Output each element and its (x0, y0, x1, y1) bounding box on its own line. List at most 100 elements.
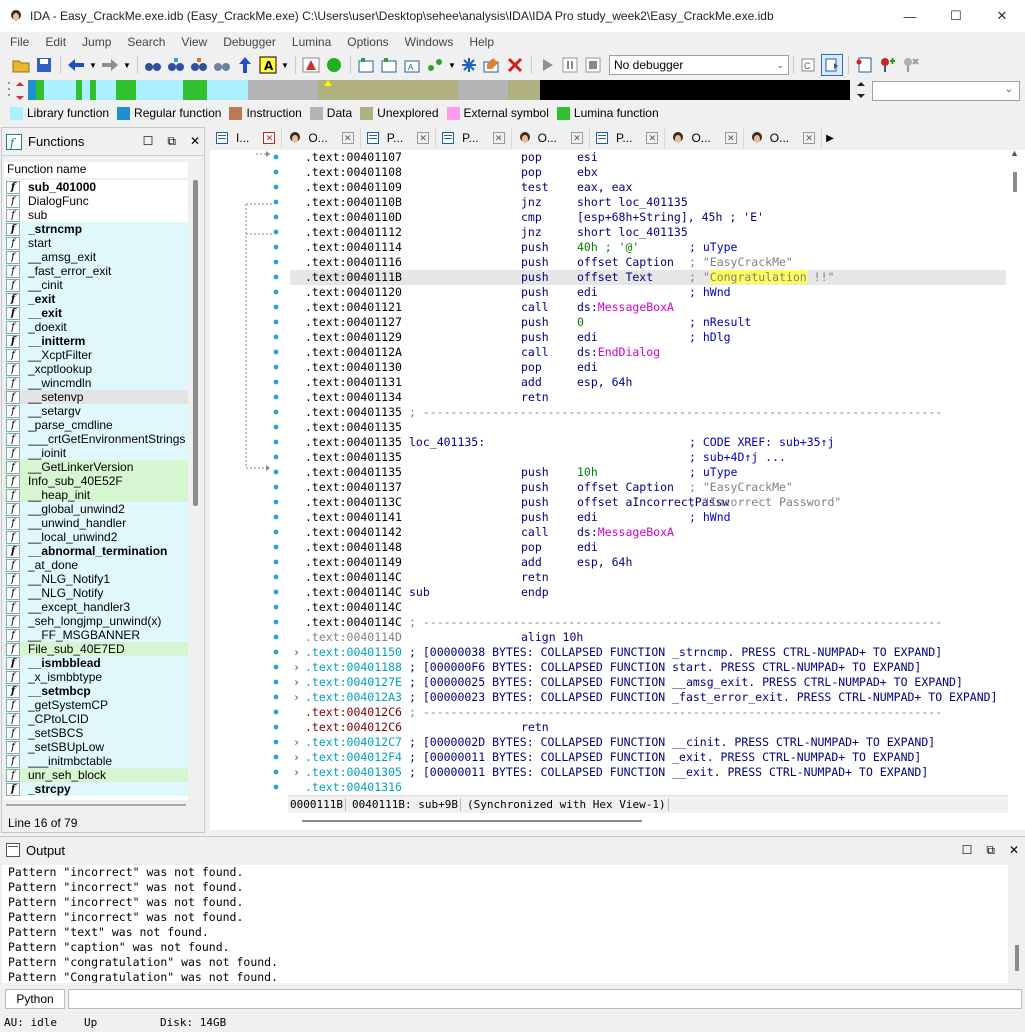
disassembly-line[interactable]: .text:00401114 push 40h ; '@' ; uType (290, 240, 1006, 255)
menu-item[interactable]: Lumina (284, 35, 339, 49)
delete-breakpoint-icon[interactable] (899, 54, 921, 76)
operand[interactable]: edi (577, 540, 598, 555)
view-tab[interactable]: O... ✕ (744, 128, 823, 148)
function-list-item[interactable]: f sub (4, 208, 188, 222)
operand[interactable]: eax, eax (577, 180, 632, 195)
breakpoint-slot-dot[interactable] (273, 574, 279, 580)
disassembly-line[interactable]: .text:00401108 pop ebx (290, 165, 1006, 180)
expand-chevron-icon[interactable]: › (293, 750, 300, 765)
disassembly-line[interactable]: .text:00401135 loc_401135: ; CODE XREF: su… (290, 435, 1006, 450)
operand[interactable]: edi (577, 330, 598, 345)
breakpoint-slot-dot[interactable] (273, 559, 279, 565)
expand-chevron-icon[interactable]: › (293, 660, 300, 675)
function-list-item[interactable]: f _fast_error_exit (4, 264, 188, 278)
function-list-item[interactable]: f ___crtGetEnvironmentStrings (4, 432, 188, 446)
navigation-band-strip[interactable] (28, 80, 850, 100)
breakpoint-slot-dot[interactable] (273, 184, 279, 190)
maximize-panel-icon[interactable]: ☐ (962, 843, 973, 858)
function-list-item[interactable]: f Info_sub_40E52F (4, 474, 188, 488)
function-list-item[interactable]: f _CPtoLCID (4, 712, 188, 726)
disassembly-line[interactable]: .text:00401135 ; ------------------------… (290, 405, 1006, 420)
disassembly-listing[interactable]: .text:00401107 pop esi .text:00401108 pop ebx… (290, 150, 1006, 792)
command-input[interactable] (68, 989, 1022, 1009)
breakpoint-slot-dot[interactable] (273, 544, 279, 550)
breakpoint-slot-dot[interactable] (273, 739, 279, 745)
breakpoint-slot-dot[interactable] (273, 364, 279, 370)
functions-horizontal-scrollbar[interactable] (6, 804, 186, 806)
function-list-item[interactable]: f __setmbcp (4, 684, 188, 698)
breakpoint-slot-dot[interactable] (273, 319, 279, 325)
function-list-item[interactable]: f __except_handler3 (4, 600, 188, 614)
disassembly-line[interactable]: .text:00401135 ; sub+4D↑j ... (290, 450, 1006, 465)
breakpoint-slot-dot[interactable] (273, 724, 279, 730)
delete-x-icon[interactable] (504, 54, 526, 76)
close-icon[interactable]: ✕ (724, 132, 737, 144)
function-name-column-header[interactable]: Function name (4, 162, 188, 178)
maximize-panel-icon[interactable]: ☐ (143, 134, 154, 149)
disassembly-line[interactable]: .text:0040114C (290, 600, 1006, 615)
menu-item[interactable]: Windows (397, 35, 462, 49)
operand[interactable]: 0 (577, 315, 584, 330)
breakpoint-slot-dot[interactable] (273, 199, 279, 205)
disassembly-line[interactable]: .text:00401141 push edi ; hWnd (290, 510, 1006, 525)
function-list-item[interactable]: f _x_ismbbtype (4, 670, 188, 684)
collapsed-function[interactable]: ; [00000011 BYTES: COLLAPSED FUNCTION _e… (409, 750, 921, 765)
disassembly-line[interactable]: .text:00401135 (290, 420, 1006, 435)
open-folder-icon[interactable] (10, 54, 32, 76)
save-icon[interactable] (33, 54, 55, 76)
disassembly-line[interactable]: .text:0040112A call ds:EndDialog (290, 345, 1006, 360)
close-icon[interactable]: ✕ (1009, 843, 1019, 858)
attach-process-icon[interactable]: C (798, 54, 820, 76)
disassembly-line[interactable]: .text:0040111B push offset Text ; "Congratu… (290, 270, 1006, 285)
operand[interactable]: short loc_401135 (577, 195, 688, 210)
breakpoint-slot-dot[interactable] (273, 484, 279, 490)
breakpoint-slot-dot[interactable] (273, 499, 279, 505)
chevron-down-icon[interactable]: ▼ (88, 54, 98, 76)
breakpoint-slot-dot[interactable] (273, 514, 279, 520)
disassembly-line[interactable]: › .text:00401188 ; [000000F6 BYTES: COLLAP… (290, 660, 1006, 675)
breakpoint-slot-dot[interactable] (273, 439, 279, 445)
menu-item[interactable]: Debugger (215, 35, 284, 49)
close-icon[interactable]: ✕ (341, 132, 354, 144)
scroll-up-icon[interactable]: ▲ (1010, 148, 1019, 158)
view-tab[interactable]: I... ✕ (210, 128, 283, 148)
disassembly-line[interactable]: .text:00401129 push edi ; hDlg (290, 330, 1006, 345)
sparkle-icon[interactable] (458, 54, 480, 76)
add-breakpoint-icon[interactable] (876, 54, 898, 76)
breakpoint-slot-dot[interactable] (273, 604, 279, 610)
breakpoint-slot-dot[interactable] (273, 304, 279, 310)
disassembly-line[interactable]: .text:00401148 pop edi (290, 540, 1006, 555)
operand[interactable]: ebx (577, 165, 598, 180)
breakpoint-slot-dot[interactable] (273, 454, 279, 460)
function-list-item[interactable]: f _strcpy (4, 782, 188, 796)
disassembly-line[interactable]: › .text:00401305 ; [00000011 BYTES: COLLAP… (290, 765, 1006, 780)
code-label[interactable]: loc_401135: (409, 435, 485, 450)
view-tab[interactable]: O... ✕ (512, 128, 590, 148)
disassembly-line[interactable]: .text:00401131 add esp, 64h (290, 375, 1006, 390)
python-language-button[interactable]: Python (5, 989, 65, 1009)
function-list-item[interactable]: f _setSBCS (4, 726, 188, 740)
disassembly-line[interactable]: .text:0040113C push offset aIncorrectPassw… (290, 495, 1006, 510)
disassembly-line[interactable]: .text:0040114D align 10h (290, 630, 1006, 645)
float-panel-icon[interactable]: ⧉ (167, 134, 176, 149)
function-list-item[interactable]: f ___initmbctable (4, 754, 188, 768)
function-list-item[interactable]: f __cinit (4, 278, 188, 292)
operand[interactable]: esp, 64h (577, 555, 632, 570)
function-list-item[interactable]: f __exit (4, 306, 188, 320)
forward-arrow-icon[interactable] (99, 54, 121, 76)
view-tab[interactable]: O... ✕ (665, 128, 744, 148)
search-text-icon[interactable] (165, 54, 187, 76)
expand-chevron-icon[interactable]: › (293, 765, 300, 780)
close-icon[interactable]: ✕ (190, 134, 200, 149)
function-list-item[interactable]: f __ioinit (4, 446, 188, 460)
function-list-item[interactable]: f __global_unwind2 (4, 502, 188, 516)
segment-dropdown[interactable]: ⌄ (872, 81, 1020, 101)
breakpoint-slot-dot[interactable] (273, 244, 279, 250)
breakpoint-slot-dot[interactable] (273, 409, 279, 415)
jump-up-arrow-icon[interactable] (234, 54, 256, 76)
function-list-item[interactable]: f __setenvp (4, 390, 188, 404)
disassembly-line[interactable]: .text:00401149 add esp, 64h (290, 555, 1006, 570)
breakpoint-slot-dot[interactable] (273, 349, 279, 355)
add-cross-ref-icon[interactable] (424, 54, 446, 76)
functions-scrollbar[interactable] (190, 172, 202, 822)
